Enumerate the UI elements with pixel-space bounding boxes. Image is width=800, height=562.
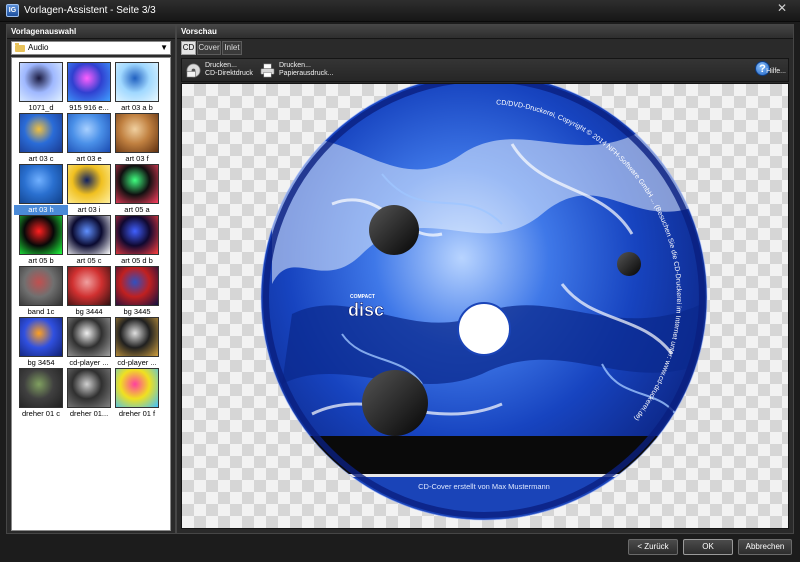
template-label: cd-player ...: [69, 358, 109, 367]
print-direct-button[interactable]: Drucken... CD-Direktdruck: [186, 61, 256, 81]
template-label: 915 916 e...: [69, 103, 109, 112]
tab-inlet[interactable]: Inlet: [222, 41, 242, 55]
cancel-button[interactable]: Abbrechen: [738, 539, 792, 555]
disc-footer-text: CD-Cover erstellt von Max Mustermann: [418, 482, 550, 491]
cd-preview-canvas: CD/DVD-Druckerei, Copyright © 2014 NFH-S…: [181, 83, 789, 529]
back-button[interactable]: < Zurück: [628, 539, 678, 555]
title-bar: IG Vorlagen-Assistent - Seite 3/3 ✕: [0, 0, 800, 22]
template-preview-image: [115, 266, 159, 306]
template-label: dreher 01 c: [22, 409, 60, 418]
template-label: cd-player ...: [117, 358, 157, 367]
template-panel: Vorlagenauswahl Audio ▼ 1071_d 915 916 e.…: [6, 24, 176, 534]
template-thumbnail[interactable]: art 05 a: [114, 164, 160, 216]
template-label: art 05 a: [124, 205, 150, 214]
print-paper-line1: Drucken...: [279, 62, 311, 69]
disc-logo: disc: [348, 300, 384, 320]
print-direct-line2: CD-Direktdruck: [205, 70, 253, 77]
template-thumbnail[interactable]: dreher 01...: [66, 368, 112, 420]
template-label: 1071_d: [28, 103, 54, 112]
print-paper-button[interactable]: Drucken... Papierausdruck...: [260, 61, 338, 81]
template-preview-image: [115, 317, 159, 357]
ok-button[interactable]: OK: [683, 539, 733, 555]
template-label: art 05 d b: [121, 256, 153, 265]
app-icon: IG: [6, 4, 19, 17]
template-thumbnail[interactable]: art 03 i: [66, 164, 112, 216]
chevron-down-icon[interactable]: ▼: [160, 42, 168, 54]
template-label: art 03 e: [76, 154, 102, 163]
template-thumbnail[interactable]: art 05 b: [18, 215, 64, 267]
template-preview-image: [115, 62, 159, 102]
template-thumbnail[interactable]: art 03 e: [66, 113, 112, 165]
template-thumbnail[interactable]: dreher 01 c: [18, 368, 64, 420]
template-thumbnail[interactable]: cd-player ...: [66, 317, 112, 369]
template-gallery: 1071_d 915 916 e... art 03 a b art 03 c art …: [11, 57, 171, 531]
template-label: art 03 i: [77, 205, 101, 214]
template-thumbnail[interactable]: 915 916 e...: [66, 62, 112, 114]
folder-icon: [15, 43, 25, 52]
template-thumbnail[interactable]: art 03 a b: [114, 62, 160, 114]
template-label: art 03 a b: [121, 103, 153, 112]
template-label: art 03 h: [14, 205, 68, 215]
template-label: dreher 01...: [69, 409, 109, 418]
template-preview-image: [19, 62, 63, 102]
template-preview-image: [19, 113, 63, 153]
preview-panel-title: Vorschau: [177, 25, 793, 39]
template-label: art 05 c: [76, 256, 102, 265]
template-preview-image: [19, 266, 63, 306]
template-preview-image: [67, 317, 111, 357]
help-button[interactable]: Hilfe...: [766, 68, 786, 75]
template-preview-image: [19, 317, 63, 357]
template-label: band 1c: [27, 307, 55, 316]
disc-printer-icon: [186, 63, 201, 78]
template-label: bg 3444: [75, 307, 103, 316]
template-preview-image: [67, 62, 111, 102]
template-preview-image: [67, 266, 111, 306]
template-thumbnail[interactable]: art 03 f: [114, 113, 160, 165]
template-preview-image: [19, 164, 63, 204]
category-value: Audio: [28, 43, 49, 52]
template-label: dreher 01 f: [118, 409, 156, 418]
template-preview-image: [67, 113, 111, 153]
print-paper-line2: Papierausdruck...: [279, 70, 334, 77]
template-thumbnail[interactable]: band 1c: [18, 266, 64, 318]
template-thumbnail[interactable]: art 03 c: [18, 113, 64, 165]
template-thumbnail[interactable]: 1071_d: [18, 62, 64, 114]
template-thumbnail[interactable]: dreher 01 f: [114, 368, 160, 420]
preview-toolbar: Drucken... CD-Direktdruck Drucken... Pap…: [181, 58, 789, 82]
cd-label-preview: CD/DVD-Druckerei, Copyright © 2014 NFH-S…: [260, 84, 708, 521]
template-preview-image: [115, 368, 159, 408]
template-preview-image: [67, 215, 111, 255]
disc-center-hole: [457, 302, 511, 356]
window-title: Vorlagen-Assistent - Seite 3/3: [24, 5, 156, 16]
wizard-button-bar: < Zurück OK Abbrechen: [0, 534, 800, 562]
template-label: art 03 f: [125, 154, 149, 163]
template-preview-image: [115, 215, 159, 255]
template-preview-image: [115, 164, 159, 204]
template-label: bg 3445: [123, 307, 151, 316]
template-thumbnail[interactable]: art 05 d b: [114, 215, 160, 267]
preview-panel: Vorschau CD Cover Inlet Drucken... CD-Di…: [176, 24, 794, 534]
template-label: bg 3454: [27, 358, 55, 367]
template-label: art 03 c: [28, 154, 54, 163]
tab-cd[interactable]: CD: [181, 41, 196, 55]
template-thumbnail[interactable]: art 05 c: [66, 215, 112, 267]
template-preview-image: [115, 113, 159, 153]
template-thumbnail[interactable]: bg 3454: [18, 317, 64, 369]
print-direct-line1: Drucken...: [205, 62, 237, 69]
template-panel-title: Vorlagenauswahl: [7, 25, 175, 39]
template-preview-image: [67, 164, 111, 204]
template-preview-image: [19, 215, 63, 255]
printer-icon: [260, 63, 275, 78]
template-thumbnail[interactable]: cd-player ...: [114, 317, 160, 369]
close-window-button[interactable]: ✕: [770, 1, 794, 16]
template-thumbnail[interactable]: bg 3444: [66, 266, 112, 318]
template-thumbnail[interactable]: bg 3445: [114, 266, 160, 318]
template-preview-image: [19, 368, 63, 408]
template-thumbnail[interactable]: art 03 h: [14, 164, 68, 216]
template-label: art 05 b: [28, 256, 54, 265]
category-dropdown[interactable]: Audio ▼: [11, 41, 171, 55]
tab-cover[interactable]: Cover: [197, 41, 221, 55]
template-preview-image: [67, 368, 111, 408]
